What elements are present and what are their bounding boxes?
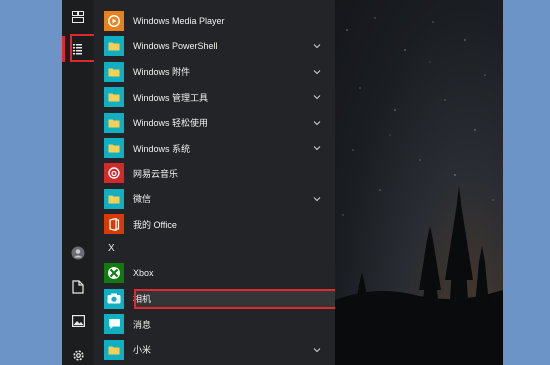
folder-icon — [104, 188, 124, 209]
app-item[interactable]: 小米 — [104, 339, 326, 361]
chevron-down-icon[interactable] — [312, 194, 322, 204]
desktop-wallpaper — [335, 0, 503, 365]
app-item-label: 网易云音乐 — [133, 168, 179, 179]
netease-music-icon — [104, 163, 124, 184]
app-item[interactable]: 消息 — [104, 313, 326, 335]
chevron-down-icon[interactable] — [312, 118, 322, 128]
chevron-down-icon[interactable] — [312, 67, 322, 77]
pictures-icon — [71, 315, 85, 327]
app-item-label: Windows PowerShell — [133, 41, 218, 52]
xbox-icon — [104, 263, 124, 283]
app-item[interactable]: 微信 — [104, 188, 326, 210]
tiles-button[interactable] — [62, 2, 94, 32]
selected-item-highlight — [134, 289, 340, 309]
app-item[interactable]: Windows Media Player — [104, 10, 326, 32]
app-item[interactable]: Windows 附件 — [104, 61, 326, 83]
message-icon — [104, 314, 124, 335]
app-item-label: Xbox — [133, 268, 154, 278]
chevron-down-icon[interactable] — [312, 92, 322, 102]
folder-icon — [104, 61, 124, 82]
app-item[interactable]: 我的 Office — [104, 213, 326, 235]
app-list[interactable]: Windows Media Player Windows PowerShell Wi… — [94, 0, 368, 365]
section-header-x[interactable]: X — [108, 243, 115, 254]
app-item-label: 微信 — [133, 194, 152, 205]
folder-icon — [104, 87, 124, 108]
user-icon — [71, 246, 85, 260]
folder-icon — [104, 112, 124, 133]
chevron-down-icon[interactable] — [312, 143, 322, 153]
active-indicator — [62, 36, 65, 62]
folder-icon — [104, 339, 124, 360]
app-item[interactable]: Windows 系统 — [104, 137, 326, 159]
media-player-icon — [104, 11, 124, 31]
pictures-button[interactable] — [62, 306, 94, 336]
app-item-label: Windows 轻松使用 — [133, 118, 209, 129]
folder-icon — [104, 138, 124, 158]
app-item[interactable]: Windows 管理工具 — [104, 86, 326, 108]
settings-button[interactable] — [62, 340, 94, 365]
app-item-label: 小米 — [133, 345, 152, 356]
app-item-label: Windows 系统 — [133, 143, 191, 154]
app-item[interactable]: Windows 轻松使用 — [104, 112, 326, 134]
document-icon — [72, 280, 84, 294]
start-menu: Windows Media Player Windows PowerShell Wi… — [62, 0, 503, 365]
app-item-label: 消息 — [133, 319, 152, 330]
app-item-label: Windows 管理工具 — [133, 92, 209, 103]
app-item[interactable]: Windows PowerShell — [104, 35, 326, 57]
app-item[interactable]: Xbox — [104, 262, 326, 284]
office-icon — [104, 214, 124, 235]
folder-icon — [104, 36, 124, 57]
camera-icon — [104, 288, 124, 309]
app-item[interactable]: 网易云音乐 — [104, 162, 326, 184]
app-item-label: Windows 附件 — [133, 67, 191, 78]
chevron-down-icon[interactable] — [312, 345, 322, 355]
chevron-down-icon[interactable] — [312, 41, 322, 51]
app-item-label: 我的 Office — [133, 219, 177, 230]
account-button[interactable] — [62, 238, 94, 268]
tiles-icon — [72, 11, 84, 23]
app-item-label: Windows Media Player — [133, 16, 225, 26]
settings-icon — [72, 349, 84, 361]
documents-button[interactable] — [62, 272, 94, 302]
night-sky-icon — [335, 17, 503, 365]
